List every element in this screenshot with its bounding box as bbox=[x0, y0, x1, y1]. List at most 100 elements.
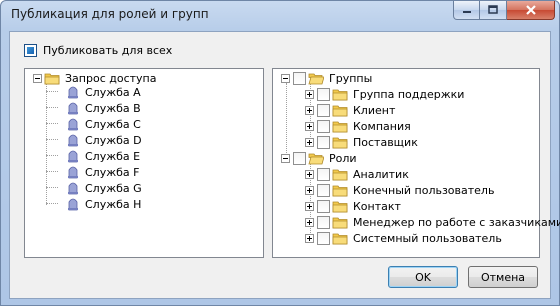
service-icon bbox=[68, 102, 78, 115]
folder-icon bbox=[332, 105, 348, 116]
tree-node-role[interactable]: Менеджер по работе с заказчиками bbox=[305, 214, 560, 230]
cancel-button[interactable]: Отмена bbox=[468, 266, 538, 288]
tree-node-role[interactable]: Конечный пользователь bbox=[305, 182, 494, 198]
service-icon bbox=[68, 134, 78, 147]
tree-node-label: Служба A bbox=[85, 85, 141, 99]
folder-icon bbox=[332, 169, 348, 180]
tree-connector bbox=[46, 107, 58, 108]
tree-node-label: Служба G bbox=[85, 181, 142, 195]
tree-node-roles[interactable]: Роли bbox=[281, 150, 357, 166]
checkbox-checked-icon[interactable] bbox=[24, 44, 37, 57]
service-icon bbox=[68, 86, 78, 99]
tree-node-group[interactable]: Компания bbox=[305, 118, 411, 134]
expand-icon[interactable] bbox=[305, 121, 314, 131]
tree-node-label: Аналитик bbox=[353, 167, 409, 181]
tree-node-group[interactable]: Клиент bbox=[305, 102, 395, 118]
folder-icon bbox=[332, 233, 348, 244]
maximize-button[interactable] bbox=[480, 1, 507, 20]
node-checkbox[interactable] bbox=[317, 119, 330, 133]
tree-connector bbox=[46, 123, 58, 124]
tree-node-role[interactable]: Контакт bbox=[305, 198, 401, 214]
title-bar[interactable]: Публикация для ролей и групп bbox=[1, 1, 559, 31]
tree-node-label: Поставщик bbox=[353, 135, 418, 149]
node-checkbox[interactable] bbox=[293, 151, 306, 165]
node-checkbox[interactable] bbox=[317, 231, 330, 245]
tree-connector bbox=[46, 155, 58, 156]
tree-node-service[interactable]: Служба B bbox=[65, 100, 141, 116]
tree-node-service[interactable]: Служба H bbox=[65, 196, 141, 212]
tree-node-service[interactable]: Служба D bbox=[65, 132, 142, 148]
services-tree[interactable]: Запрос доступа Служба A Служба B Служба … bbox=[24, 68, 264, 258]
minimize-icon bbox=[462, 11, 471, 13]
publish-all-label: Публиковать для всех bbox=[43, 44, 173, 57]
folder-icon bbox=[332, 217, 348, 228]
node-checkbox[interactable] bbox=[317, 167, 330, 181]
folder-open-icon bbox=[308, 153, 324, 164]
service-icon bbox=[68, 118, 78, 131]
node-checkbox[interactable] bbox=[317, 183, 330, 197]
expand-icon[interactable] bbox=[305, 169, 314, 179]
tree-connector bbox=[46, 187, 58, 188]
tree-node-label: Служба F bbox=[85, 165, 140, 179]
service-icon bbox=[68, 182, 78, 195]
dialog-body: Публиковать для всех Запрос доступа Служ… bbox=[9, 31, 560, 299]
node-checkbox[interactable] bbox=[317, 87, 330, 101]
folder-icon bbox=[332, 201, 348, 212]
roles-groups-tree[interactable]: Группы Группа поддержки Клиент Компания bbox=[272, 68, 560, 258]
node-checkbox[interactable] bbox=[317, 215, 330, 229]
minimize-button[interactable] bbox=[453, 1, 480, 20]
window-title: Публикация для ролей и групп bbox=[11, 7, 209, 21]
dialog-window: Публикация для ролей и групп Публиковать… bbox=[0, 0, 560, 306]
tree-node-role[interactable]: Системный пользователь bbox=[305, 230, 502, 246]
expand-icon[interactable] bbox=[305, 105, 314, 115]
collapse-icon[interactable] bbox=[281, 153, 290, 163]
folder-icon bbox=[332, 185, 348, 196]
close-button[interactable] bbox=[507, 1, 555, 20]
tree-node-label: Служба C bbox=[85, 117, 141, 131]
tree-node-label: Конечный пользователь bbox=[353, 183, 495, 197]
node-checkbox[interactable] bbox=[317, 199, 330, 213]
tree-node-service[interactable]: Служба A bbox=[65, 84, 141, 100]
tree-node-service[interactable]: Служба F bbox=[65, 164, 139, 180]
tree-node-label: Запрос доступа bbox=[65, 71, 157, 85]
tree-node-group[interactable]: Поставщик bbox=[305, 134, 418, 150]
tree-node-service[interactable]: Служба G bbox=[65, 180, 142, 196]
node-checkbox[interactable] bbox=[293, 71, 306, 85]
folder-icon bbox=[332, 89, 348, 100]
ok-button[interactable]: OK bbox=[388, 266, 458, 288]
expand-icon[interactable] bbox=[305, 233, 314, 243]
folder-open-icon bbox=[308, 73, 324, 84]
tree-connector bbox=[46, 139, 58, 140]
tree-connector bbox=[46, 171, 58, 172]
tree-node-groups[interactable]: Группы bbox=[281, 70, 372, 86]
tree-node-label: Менеджер по работе с заказчиками bbox=[353, 215, 560, 229]
close-icon bbox=[525, 5, 536, 15]
maximize-icon bbox=[488, 5, 498, 14]
expand-icon[interactable] bbox=[305, 89, 314, 99]
tree-node-label: Группы bbox=[329, 71, 373, 85]
expand-icon[interactable] bbox=[305, 201, 314, 211]
expand-icon[interactable] bbox=[305, 217, 314, 227]
tree-node-label: Служба D bbox=[85, 133, 142, 147]
tree-node-label: Системный пользователь bbox=[353, 231, 502, 245]
folder-icon bbox=[44, 73, 60, 84]
expand-icon[interactable] bbox=[305, 185, 314, 195]
tree-node-label: Роли bbox=[329, 151, 357, 165]
tree-node-label: Служба H bbox=[85, 197, 142, 211]
tree-node-group[interactable]: Группа поддержки bbox=[305, 86, 464, 102]
folder-icon bbox=[332, 137, 348, 148]
collapse-icon[interactable] bbox=[33, 73, 42, 83]
node-checkbox[interactable] bbox=[317, 135, 330, 149]
node-checkbox[interactable] bbox=[317, 103, 330, 117]
tree-node-label: Служба B bbox=[85, 101, 141, 115]
tree-node-role[interactable]: Аналитик bbox=[305, 166, 409, 182]
tree-node-label: Клиент bbox=[353, 103, 396, 117]
publish-all-checkbox[interactable]: Публиковать для всех bbox=[24, 44, 172, 57]
collapse-icon[interactable] bbox=[281, 73, 290, 83]
tree-node-service[interactable]: Служба C bbox=[65, 116, 141, 132]
expand-icon[interactable] bbox=[305, 137, 314, 147]
tree-node-service[interactable]: Служба E bbox=[65, 148, 140, 164]
service-icon bbox=[68, 150, 78, 163]
tree-connector bbox=[46, 203, 58, 204]
tree-node-label: Группа поддержки bbox=[353, 87, 465, 101]
